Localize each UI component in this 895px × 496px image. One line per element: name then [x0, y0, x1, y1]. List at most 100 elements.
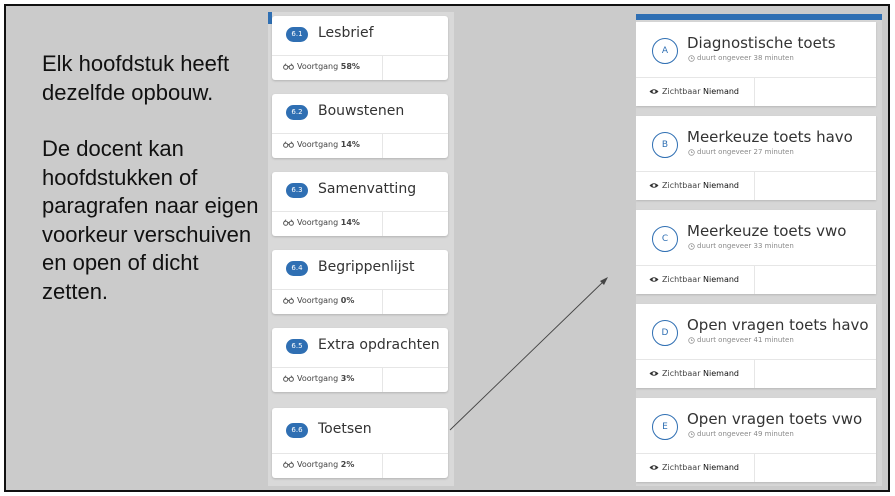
clock-icon [688, 54, 695, 62]
visibility-label: Zichtbaar [662, 181, 701, 190]
test-duration-text: duurt ongeveer 33 minuten [697, 242, 794, 250]
chapter-title[interactable]: Toetsen [318, 421, 372, 437]
chapter-number-badge: 6.4 [286, 261, 308, 276]
chapter-card-header[interactable]: 6.6 Toetsen [272, 408, 448, 452]
chapter-card-footer: Voortgang 3% [272, 367, 448, 392]
eye-icon [649, 183, 659, 188]
chapter-card-footer: Voortgang 58% [272, 55, 448, 80]
chapter-number-badge: 6.2 [286, 105, 308, 120]
glasses-icon [283, 141, 294, 148]
chapter-card-toetsen[interactable]: 6.6 Toetsen Voortgang 2% [272, 408, 448, 478]
eye-icon [649, 277, 659, 282]
progress-value: 58% [340, 62, 360, 71]
test-card-footer: Zichtbaar Niemand [636, 359, 876, 388]
test-letter-badge: B [652, 132, 678, 158]
chapter-number-badge: 6.1 [286, 27, 308, 42]
visibility-value[interactable]: Niemand [703, 369, 739, 378]
intro-paragraph-structure: Elk hoofdstuk heeft dezelfde opbouw. [42, 51, 230, 105]
test-title[interactable]: Open vragen toets vwo [687, 410, 862, 428]
footer-divider [382, 212, 383, 236]
test-duration-text: duurt ongeveer 49 minuten [697, 430, 794, 438]
clock-icon [688, 336, 695, 344]
chapter-card-header[interactable]: 6.3 Samenvatting [272, 172, 448, 210]
visibility-value[interactable]: Niemand [703, 87, 739, 96]
visibility-value[interactable]: Niemand [703, 275, 739, 284]
footer-divider [382, 56, 383, 80]
visibility-label: Zichtbaar [662, 87, 701, 96]
progress-value: 0% [340, 296, 355, 305]
visibility-value[interactable]: Niemand [703, 181, 739, 190]
test-title[interactable]: Open vragen toets havo [687, 316, 869, 334]
visibility-setting[interactable]: Zichtbaar Niemand [649, 87, 739, 96]
glasses-icon [283, 63, 294, 70]
chapter-title[interactable]: Samenvatting [318, 181, 416, 197]
progress-label: Voortgang [297, 296, 339, 305]
test-letter-badge: E [652, 414, 678, 440]
progress-label: Voortgang [297, 218, 339, 227]
chapter-card-header[interactable]: 6.1 Lesbrief [272, 16, 448, 54]
test-title[interactable]: Meerkeuze toets vwo [687, 222, 846, 240]
visibility-setting[interactable]: Zichtbaar Niemand [649, 181, 739, 190]
chapter-card-header[interactable]: 6.2 Bouwstenen [272, 94, 448, 132]
glasses-icon [283, 219, 294, 226]
test-card-diagnostisch[interactable]: A Diagnostische toets duurt ongeveer 38 … [636, 22, 876, 106]
test-card-open-vwo[interactable]: E Open vragen toets vwo duurt ongeveer 4… [636, 398, 876, 482]
test-title[interactable]: Diagnostische toets [687, 34, 836, 52]
test-title[interactable]: Meerkeuze toets havo [687, 128, 853, 146]
test-duration-text: duurt ongeveer 41 minuten [697, 336, 794, 344]
test-letter-badge: A [652, 38, 678, 64]
test-letter-badge: D [652, 320, 678, 346]
chapter-title[interactable]: Bouwstenen [318, 103, 404, 119]
progress-label: Voortgang [297, 62, 339, 71]
footer-divider [754, 360, 755, 388]
progress-label: Voortgang [297, 140, 339, 149]
glasses-icon [283, 297, 294, 304]
chapter-card-bouwstenen[interactable]: 6.2 Bouwstenen Voortgang 14% [272, 94, 448, 158]
intro-text: Elk hoofdstuk heeft dezelfde opbouw. De … [42, 50, 262, 306]
chapter-card-header[interactable]: 6.5 Extra opdrachten [272, 328, 448, 366]
progress-label: Voortgang [297, 374, 339, 383]
test-card-footer: Zichtbaar Niemand [636, 171, 876, 200]
progress-indicator: Voortgang 3% [283, 374, 354, 383]
test-duration: duurt ongeveer 49 minuten [688, 430, 794, 438]
test-duration: duurt ongeveer 33 minuten [688, 242, 794, 250]
test-card-meerkeuze-havo[interactable]: B Meerkeuze toets havo duurt ongeveer 27… [636, 116, 876, 200]
progress-indicator: Voortgang 0% [283, 296, 354, 305]
visibility-setting[interactable]: Zichtbaar Niemand [649, 369, 739, 378]
chapter-card-footer: Voortgang 14% [272, 133, 448, 158]
chapter-card-lesbrief[interactable]: 6.1 Lesbrief Voortgang 58% [272, 16, 448, 80]
test-card-meerkeuze-vwo[interactable]: C Meerkeuze toets vwo duurt ongeveer 33 … [636, 210, 876, 294]
progress-value: 2% [340, 460, 355, 469]
chapter-panel: 6.1 Lesbrief Voortgang 58% 6.2 Bouwstene… [268, 12, 454, 486]
visibility-value[interactable]: Niemand [703, 463, 739, 472]
visibility-label: Zichtbaar [662, 369, 701, 378]
test-duration-text: duurt ongeveer 38 minuten [697, 54, 794, 62]
chapter-title[interactable]: Extra opdrachten [318, 337, 440, 353]
test-card-open-havo[interactable]: D Open vragen toets havo duurt ongeveer … [636, 304, 876, 388]
visibility-setting[interactable]: Zichtbaar Niemand [649, 463, 739, 472]
intro-paragraph-teacher: De docent kan hoofdstukken of paragrafen… [42, 136, 259, 304]
visibility-setting[interactable]: Zichtbaar Niemand [649, 275, 739, 284]
chapter-number-badge: 6.5 [286, 339, 308, 354]
test-duration: duurt ongeveer 38 minuten [688, 54, 794, 62]
chapter-card-extra-opdrachten[interactable]: 6.5 Extra opdrachten Voortgang 3% [272, 328, 448, 392]
chapter-number-badge: 6.6 [286, 423, 308, 438]
tests-panel: A Diagnostische toets duurt ongeveer 38 … [636, 14, 882, 486]
progress-indicator: Voortgang 14% [283, 218, 360, 227]
test-duration: duurt ongeveer 27 minuten [688, 148, 794, 156]
footer-divider [382, 368, 383, 392]
chapter-card-samenvatting[interactable]: 6.3 Samenvatting Voortgang 14% [272, 172, 448, 236]
eye-icon [649, 465, 659, 470]
test-card-footer: Zichtbaar Niemand [636, 453, 876, 482]
chapter-card-header[interactable]: 6.4 Begrippenlijst [272, 250, 448, 288]
chapter-title[interactable]: Begrippenlijst [318, 259, 414, 275]
clock-icon [688, 242, 695, 250]
progress-label: Voortgang [297, 460, 339, 469]
chapter-title[interactable]: Lesbrief [318, 25, 374, 41]
eye-icon [649, 89, 659, 94]
chapter-card-begrippenlijst[interactable]: 6.4 Begrippenlijst Voortgang 0% [272, 250, 448, 314]
progress-value: 14% [340, 218, 360, 227]
clock-icon [688, 430, 695, 438]
clock-icon [688, 148, 695, 156]
footer-divider [382, 290, 383, 314]
